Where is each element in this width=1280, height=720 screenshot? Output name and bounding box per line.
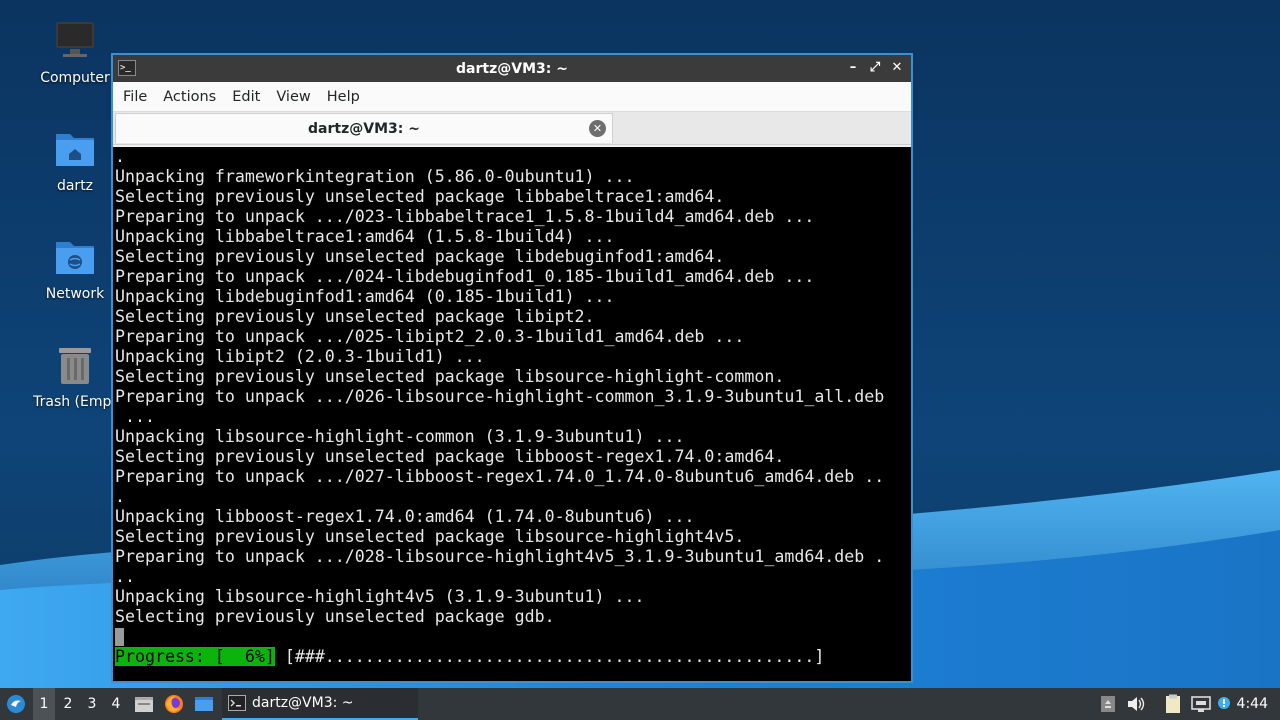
workspace-4[interactable]: 4 (105, 688, 127, 720)
terminal-line: Selecting previously unselected package … (115, 247, 725, 266)
terminal-line: Unpacking frameworkintegration (5.86.0-0… (115, 167, 635, 186)
taskbar-task-terminal[interactable]: dartz@VM3: ~ (222, 688, 418, 720)
terminal-cursor (115, 628, 124, 646)
terminal-output[interactable]: . Unpacking frameworkintegration (5.86.0-… (113, 147, 911, 681)
terminal-line: Selecting previously unselected package … (115, 527, 745, 546)
computer-icon (53, 20, 97, 64)
desktop-icon-label: Network (45, 286, 105, 302)
terminal-icon (228, 695, 246, 711)
desktop-icon-home[interactable]: dartz (25, 128, 125, 194)
workspace-1[interactable]: 1 (33, 688, 55, 720)
file-manager-icon (135, 697, 153, 712)
terminal-line: . (115, 147, 125, 166)
desktop-icon-label: dartz (56, 178, 94, 194)
desktop-icon-label: Trash (Empt (33, 394, 117, 410)
tray-clipboard[interactable] (1162, 688, 1184, 720)
tray-network[interactable] (1190, 688, 1212, 720)
network-folder-icon (53, 236, 97, 280)
tab-bar: dartz@VM3: ~ ✕ (113, 112, 911, 145)
terminal-line: Selecting previously unselected package … (115, 307, 595, 326)
show-desktop-icon (195, 697, 213, 711)
terminal-line: Unpacking libsource-highlight-common (3.… (115, 427, 685, 446)
trash-icon (53, 344, 97, 388)
menu-edit[interactable]: Edit (226, 89, 266, 105)
window-title: dartz@VM3: ~ (456, 60, 568, 77)
network-icon (1191, 696, 1211, 712)
removable-media-icon (1101, 696, 1115, 712)
task-label: dartz@VM3: ~ (252, 695, 354, 711)
window-titlebar[interactable]: >_ dartz@VM3: ~ – ⤢ ✕ (113, 55, 911, 82)
terminal-line: Unpacking libsource-highlight4v5 (3.1.9-… (115, 587, 645, 606)
show-desktop-launcher[interactable] (192, 688, 216, 720)
terminal-line: Unpacking libbabeltrace1:amd64 (1.5.8-1b… (115, 227, 615, 246)
file-manager-launcher[interactable] (132, 688, 156, 720)
menu-view[interactable]: View (270, 89, 316, 105)
terminal-line: Preparing to unpack .../028-libsource-hi… (115, 547, 885, 566)
tab-terminal[interactable]: dartz@VM3: ~ ✕ (115, 113, 613, 143)
desktop-icon-trash[interactable]: Trash (Empt (25, 344, 125, 410)
terminal-line: Selecting previously unselected package … (115, 367, 785, 386)
tray-update-notifier[interactable] (1214, 688, 1236, 720)
terminal-line: ... (115, 407, 155, 426)
terminal-app-icon: >_ (118, 60, 136, 76)
menu-help[interactable]: Help (321, 89, 366, 105)
lubuntu-logo-icon (7, 695, 25, 713)
menu-file[interactable]: File (117, 89, 153, 105)
firefox-icon (165, 695, 183, 713)
desktop-icon-network[interactable]: Network (25, 236, 125, 302)
terminal-line: Unpacking libdebuginfod1:amd64 (0.185-1b… (115, 287, 615, 306)
terminal-line: Selecting previously unselected package … (115, 187, 725, 206)
terminal-line: Preparing to unpack .../025-libipt2_2.0.… (115, 327, 745, 346)
terminal-line: .. (115, 567, 135, 586)
menu-bar: File Actions Edit View Help (113, 82, 911, 112)
desktop-icon-label: Computer (40, 70, 110, 86)
close-button[interactable]: ✕ (889, 58, 905, 78)
firefox-launcher[interactable] (162, 688, 186, 720)
tray-removable-media[interactable] (1097, 688, 1119, 720)
terminal-line: Preparing to unpack .../026-libsource-hi… (115, 387, 885, 406)
progress-line: Progress: [ 6%] [###....................… (115, 647, 911, 667)
menu-actions[interactable]: Actions (157, 89, 222, 105)
volume-icon (1128, 697, 1145, 711)
taskbar: 1 2 3 4 dartz@VM3: ~ 4:44 (0, 688, 1280, 720)
clipboard-icon (1166, 694, 1180, 713)
terminal-line: Preparing to unpack .../023-libbabeltrac… (115, 207, 815, 226)
clock[interactable]: 4:44 (1237, 688, 1268, 720)
tab-label: dartz@VM3: ~ (308, 120, 420, 137)
update-notifier-icon (1218, 697, 1230, 709)
home-folder-icon (53, 128, 97, 172)
terminal-line: Selecting previously unselected package … (115, 607, 555, 626)
maximize-button[interactable]: ⤢ (867, 58, 883, 78)
terminal-line: Unpacking libipt2 (2.0.3-1build1) ... (115, 347, 485, 366)
terminal-line: Selecting previously unselected package … (115, 447, 785, 466)
terminal-line: Preparing to unpack .../027-libboost-reg… (115, 467, 885, 486)
terminal-line: Preparing to unpack .../024-libdebuginfo… (115, 267, 815, 286)
tray-volume[interactable] (1125, 688, 1147, 720)
terminal-cursor-line (115, 627, 911, 647)
workspace-2[interactable]: 2 (57, 688, 79, 720)
start-menu-button[interactable] (4, 688, 28, 720)
workspace-3[interactable]: 3 (81, 688, 103, 720)
terminal-line: Unpacking libboost-regex1.74.0:amd64 (1.… (115, 507, 695, 526)
terminal-window[interactable]: >_ dartz@VM3: ~ – ⤢ ✕ File Actions Edit … (111, 53, 913, 683)
progress-bar: [###....................................… (274, 647, 825, 666)
desktop-icon-computer[interactable]: Computer (25, 20, 125, 86)
tab-close-icon[interactable]: ✕ (589, 120, 606, 137)
progress-label: Progress: [ 6%] (115, 647, 275, 666)
minimize-button[interactable]: – (845, 58, 861, 78)
terminal-line: . (115, 487, 125, 506)
